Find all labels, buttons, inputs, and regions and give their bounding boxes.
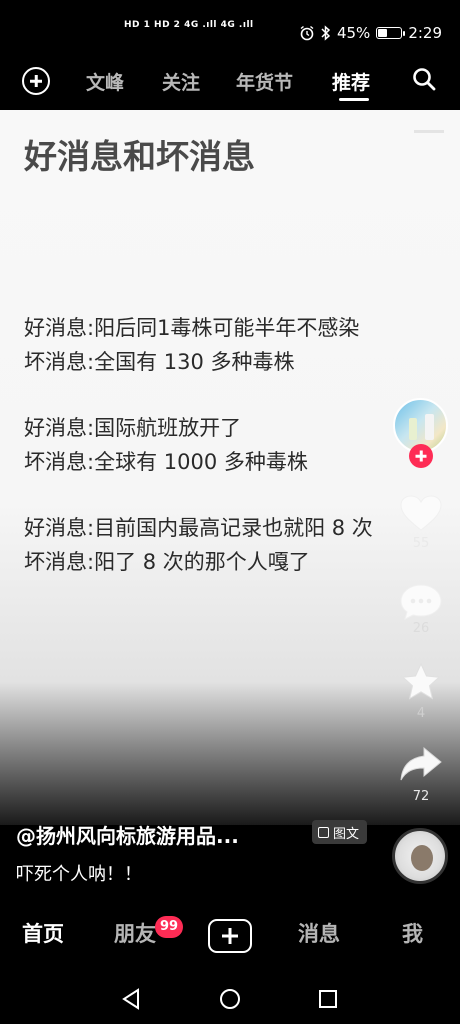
status-bar: HD 1 HD 2 4G .ıll 4G .ıll 45% 2:29 — [0, 0, 460, 52]
friends-notification-badge: 99 — [155, 916, 184, 938]
search-icon[interactable] — [412, 67, 436, 91]
post-line: 好消息:阳后同1毒株可能半年不感染 — [24, 316, 360, 340]
follow-button[interactable] — [409, 444, 433, 468]
post-line: 坏消息:全国有 130 多种毒株 — [24, 350, 295, 374]
star-icon[interactable] — [398, 662, 444, 702]
author-name[interactable]: @扬州风向标旅游用品... — [16, 820, 239, 849]
tab-wenfeng[interactable]: 文峰 — [86, 68, 124, 95]
system-navigation — [0, 962, 460, 1024]
heart-icon[interactable] — [398, 494, 444, 534]
tab-me[interactable]: 我 — [402, 918, 423, 948]
post-type-label: 图文 — [333, 826, 360, 842]
divider — [414, 130, 444, 133]
back-icon[interactable] — [120, 988, 142, 1010]
active-tab-indicator — [339, 98, 369, 101]
tab-home[interactable]: 首页 — [22, 918, 64, 948]
music-disc-graphic — [411, 845, 433, 871]
network-indicators: HD 1 HD 2 4G .ıll 4G .ıll — [124, 20, 254, 30]
post-caption: 吓死个人呐！！ — [16, 864, 142, 885]
tab-following[interactable]: 关注 — [162, 68, 200, 95]
like-count: 55 — [412, 536, 430, 551]
create-post-button[interactable] — [208, 919, 252, 953]
post-type-badge: 图文 — [312, 820, 368, 844]
post-line: 好消息:目前国内最高记录也就阳 8 次 — [24, 516, 373, 540]
post-content[interactable]: 好消息和坏消息 好消息:阳后同1毒株可能半年不感染 坏消息:全国有 130 多种… — [0, 110, 460, 825]
bluetooth-icon — [321, 25, 331, 41]
document-icon — [318, 826, 329, 838]
home-icon[interactable] — [219, 988, 241, 1010]
comment-icon[interactable] — [398, 582, 444, 622]
share-count: 72 — [412, 789, 430, 804]
tab-new-year-shopping[interactable]: 年货节 — [236, 68, 293, 95]
comment-count: 26 — [412, 621, 430, 636]
recent-apps-icon[interactable] — [318, 989, 338, 1009]
bottom-tab-bar: 首页 朋友 99 消息 我 — [0, 892, 460, 962]
tab-messages[interactable]: 消息 — [298, 918, 340, 948]
battery-fill — [378, 29, 388, 37]
battery-icon — [376, 27, 406, 39]
avatar-graphic — [425, 414, 434, 440]
post-title: 好消息和坏消息 — [24, 137, 255, 176]
post-line: 好消息:国际航班放开了 — [24, 416, 242, 440]
avatar-graphic — [409, 418, 417, 440]
top-nav: 文峰 关注 年货节 推荐 — [0, 52, 460, 110]
post-line: 坏消息:全球有 1000 多种毒株 — [24, 450, 308, 474]
status-right: 45% 2:29 — [299, 24, 442, 42]
alarm-icon — [300, 25, 314, 41]
tab-friends[interactable]: 朋友 — [114, 918, 156, 948]
add-circle-icon[interactable] — [22, 67, 50, 95]
post-line: 坏消息:阳了 8 次的那个人嘎了 — [24, 550, 310, 574]
favorite-count: 4 — [416, 706, 426, 721]
battery-percent: 45% — [336, 24, 371, 42]
share-icon[interactable] — [398, 745, 444, 785]
music-disc[interactable] — [392, 828, 448, 884]
tab-recommended[interactable]: 推荐 — [332, 68, 370, 95]
clock: 2:29 — [408, 24, 442, 42]
